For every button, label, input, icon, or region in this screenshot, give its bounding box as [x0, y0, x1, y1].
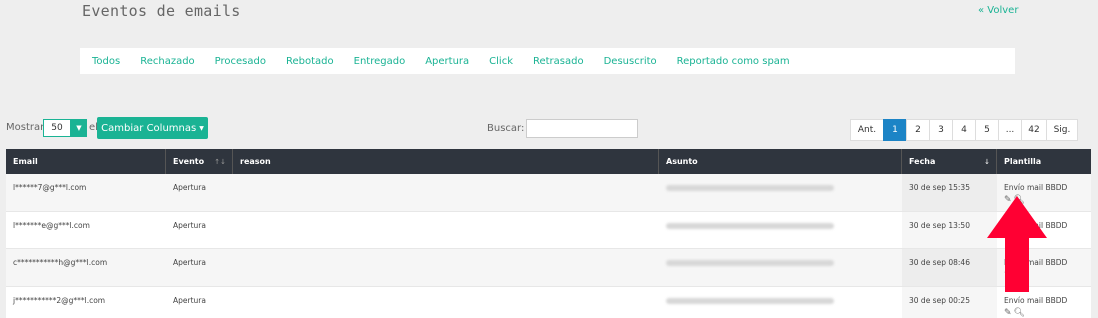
filter-todos[interactable]: Todos [92, 56, 120, 67]
table-row: l*******e@g***l.com Apertura 30 de sep 1… [6, 211, 1091, 249]
cell-evento: Apertura [173, 258, 206, 267]
pagination-page-42[interactable]: 42 [1021, 119, 1047, 141]
column-evento[interactable]: Evento ↑↓ [166, 149, 233, 174]
cell-asunto [659, 174, 902, 211]
search-input[interactable] [526, 119, 638, 138]
event-filter-bar: Todos Rechazado Procesado Rebotado Entre… [80, 48, 1015, 74]
redacted-subject [666, 297, 834, 304]
cell-evento: Apertura [173, 220, 206, 230]
change-columns-button[interactable]: Cambiar Columnas ▼ [97, 117, 208, 139]
column-email[interactable]: Email [6, 149, 166, 174]
magnifier-icon[interactable]: 🔍︎ [1014, 308, 1025, 318]
table-row: l******7@g***l.com Apertura 30 de sep 15… [6, 174, 1091, 212]
events-table: Email Evento ↑↓ reason Asunto Fecha ↓ Plan… [6, 149, 1091, 318]
filter-retrasado[interactable]: Retrasado [533, 56, 584, 67]
cell-asunto [659, 287, 902, 318]
page-title: Eventos de emails [82, 2, 241, 20]
search-label: Buscar: [487, 123, 525, 134]
redacted-subject [666, 260, 834, 266]
filter-desuscrito[interactable]: Desuscrito [604, 56, 657, 67]
column-evento-label: Evento [173, 157, 205, 166]
pagination-page-3[interactable]: 3 [929, 119, 953, 141]
pagination-page-4[interactable]: 4 [952, 119, 976, 141]
sort-icon: ↑↓ [214, 157, 226, 166]
pagination-ellipsis: ... [998, 119, 1022, 141]
table-row: j***********2@g***l.com Apertura 30 de s… [6, 286, 1091, 318]
redacted-subject [666, 222, 834, 229]
filter-procesado[interactable]: Procesado [215, 56, 266, 67]
column-reason[interactable]: reason [233, 149, 659, 174]
redacted-subject [666, 185, 834, 191]
column-plantilla[interactable]: Plantilla [997, 149, 1091, 174]
sort-desc-icon: ↓ [984, 157, 990, 166]
column-fecha-label: Fecha [909, 157, 936, 166]
cell-email: l******7@g***l.com [13, 183, 87, 192]
pagination-page-2[interactable]: 2 [906, 119, 930, 141]
table-header: Email Evento ↑↓ reason Asunto Fecha ↓ Plan… [6, 149, 1091, 174]
cell-fecha: 30 de sep 08:46 [902, 249, 997, 286]
column-fecha[interactable]: Fecha ↓ [902, 149, 997, 174]
pagination: Ant. 1 2 3 4 5 ... 42 Sig. [850, 119, 1078, 141]
change-columns-label: Cambiar Columnas [101, 122, 197, 134]
pagination-page-5[interactable]: 5 [975, 119, 999, 141]
cell-evento: Apertura [173, 183, 206, 192]
column-reason-label: reason [240, 157, 271, 166]
cell-fecha: 30 de sep 00:25 [902, 287, 997, 318]
show-entries-label: Mostrar [6, 122, 45, 133]
pagination-next[interactable]: Sig. [1046, 119, 1078, 141]
cell-asunto [659, 249, 902, 286]
cell-fecha: 30 de sep 13:50 [902, 212, 997, 249]
cell-asunto [659, 212, 902, 249]
filter-entregado[interactable]: Entregado [354, 56, 406, 67]
pagination-page-1[interactable]: 1 [883, 119, 907, 141]
column-asunto[interactable]: Asunto [659, 149, 902, 174]
cell-reason [233, 287, 659, 318]
table-row: c***********h@g***l.com Apertura 30 de s… [6, 249, 1091, 287]
filter-click[interactable]: Click [489, 56, 513, 67]
pagination-prev[interactable]: Ant. [850, 119, 884, 141]
pencil-icon[interactable]: ✎ [1004, 308, 1012, 318]
cell-email: j***********2@g***l.com [13, 295, 106, 305]
cell-email: c***********h@g***l.com [13, 258, 108, 267]
cell-email: l*******e@g***l.com [13, 220, 90, 230]
cell-reason [233, 212, 659, 249]
page-size-select[interactable]: 50 [43, 119, 71, 137]
filter-apertura[interactable]: Apertura [425, 56, 469, 67]
caret-down-icon: ▼ [199, 124, 204, 132]
cell-evento: Apertura [173, 295, 206, 305]
chevron-down-icon[interactable]: ▼ [71, 119, 87, 137]
column-email-label: Email [13, 157, 38, 166]
column-plantilla-label: Plantilla [1004, 157, 1042, 166]
cell-fecha: 30 de sep 15:35 [902, 174, 997, 211]
filter-spam[interactable]: Reportado como spam [677, 56, 790, 67]
column-asunto-label: Asunto [666, 157, 698, 166]
cell-reason [233, 174, 659, 211]
red-arrow-annotation [987, 196, 1047, 292]
cell-reason [233, 249, 659, 286]
filter-rebotado[interactable]: Rebotado [286, 56, 334, 67]
filter-rechazado[interactable]: Rechazado [140, 56, 194, 67]
template-name: Envío mail BBDD [1004, 183, 1068, 192]
back-link[interactable]: « Volver [978, 5, 1018, 16]
template-name: Envío mail BBDD [1004, 295, 1068, 305]
